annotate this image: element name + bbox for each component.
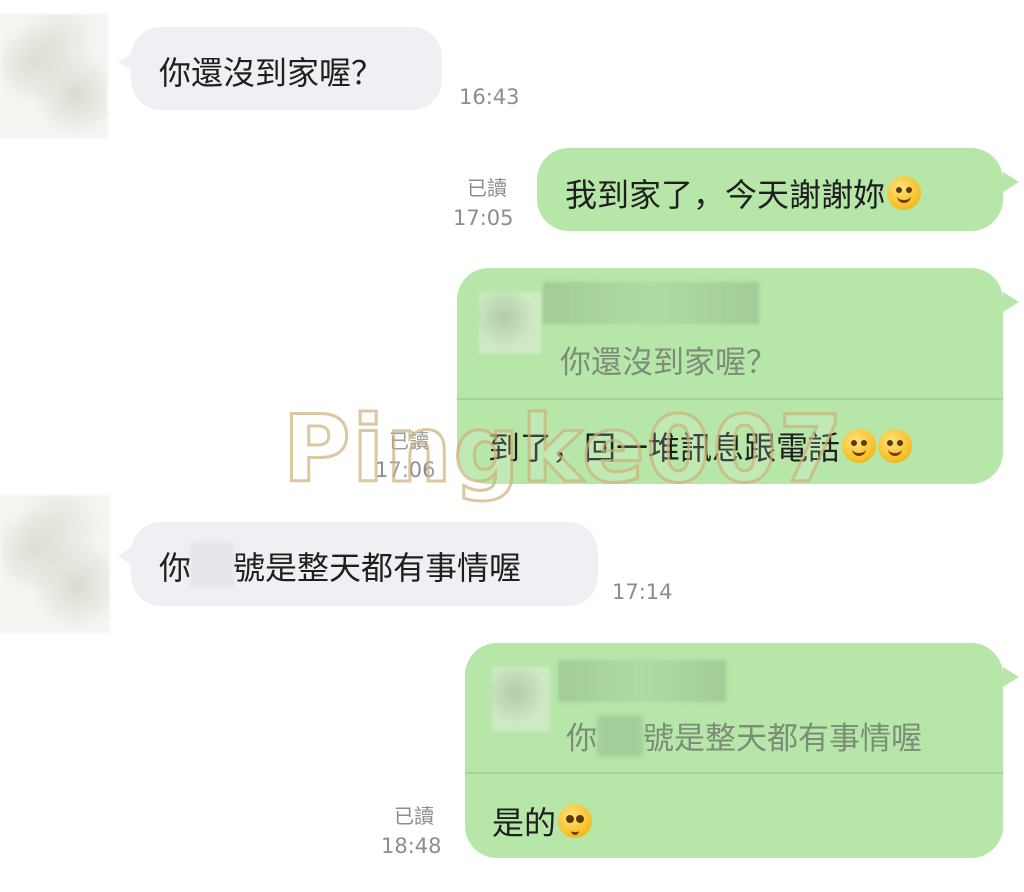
- sent-reply-bubble[interactable]: 你還沒到家喔？ 到了，回一堆訊息跟電話: [457, 268, 1003, 484]
- message-text: 到了，回一堆訊息跟電話: [488, 429, 841, 467]
- reply-divider: [457, 398, 1003, 400]
- quoted-avatar-thumbnail: [492, 667, 550, 731]
- read-status: 已讀: [389, 429, 429, 453]
- quoted-message-text: 你還沒到家喔？: [560, 345, 777, 381]
- reply-divider: [465, 772, 1003, 774]
- message-text-row: 到了，回一堆訊息跟電話: [488, 423, 913, 469]
- read-status: 已讀: [467, 176, 507, 200]
- message-text: 我到家了，今天謝謝妳: [565, 176, 886, 214]
- message-time: 18:48: [381, 834, 442, 858]
- received-message-bubble[interactable]: 你還沒到家喔？: [131, 27, 442, 110]
- message-time: 17:14: [612, 580, 673, 604]
- message-time: 17:06: [375, 458, 436, 482]
- rolling-on-floor-laughing-icon: [878, 429, 913, 463]
- quoted-sender-name: [558, 660, 726, 702]
- redacted-name: [597, 715, 643, 757]
- message-time: 17:05: [453, 206, 514, 230]
- redacted-name: [191, 543, 234, 587]
- message-text-start: 你: [159, 549, 192, 587]
- message-text-row: 我到家了，今天謝謝妳: [565, 170, 922, 216]
- contact-avatar[interactable]: [0, 495, 110, 633]
- quoted-sender-name: [543, 282, 759, 324]
- bubble-tail: [1003, 667, 1019, 687]
- bubble-tail: [1003, 292, 1019, 312]
- pleading-face-icon: [558, 804, 593, 838]
- sent-reply-bubble[interactable]: 你號是整天都有事情喔 是的: [465, 643, 1003, 858]
- message-text-end: 號是整天都有事情喔: [233, 549, 522, 587]
- message-text-row: 是的: [492, 798, 593, 844]
- message-text-row: 你 號是整天都有事情喔: [159, 543, 521, 589]
- message-time: 16:43: [459, 85, 520, 109]
- message-text: 是的: [492, 804, 557, 842]
- quoted-message-text: 你號是整天都有事情喔: [566, 713, 922, 758]
- smiling-face-with-hearts-icon: [887, 176, 922, 210]
- received-message-bubble[interactable]: 你 號是整天都有事情喔: [131, 522, 598, 606]
- quoted-avatar-thumbnail: [479, 292, 541, 354]
- message-text: 你還沒到家喔？: [159, 54, 384, 92]
- read-status: 已讀: [394, 804, 434, 828]
- bubble-tail: [1003, 172, 1019, 192]
- sent-message-bubble[interactable]: 我到家了，今天謝謝妳: [537, 148, 1003, 231]
- rolling-on-floor-laughing-icon: [842, 429, 877, 463]
- contact-avatar[interactable]: [0, 14, 108, 138]
